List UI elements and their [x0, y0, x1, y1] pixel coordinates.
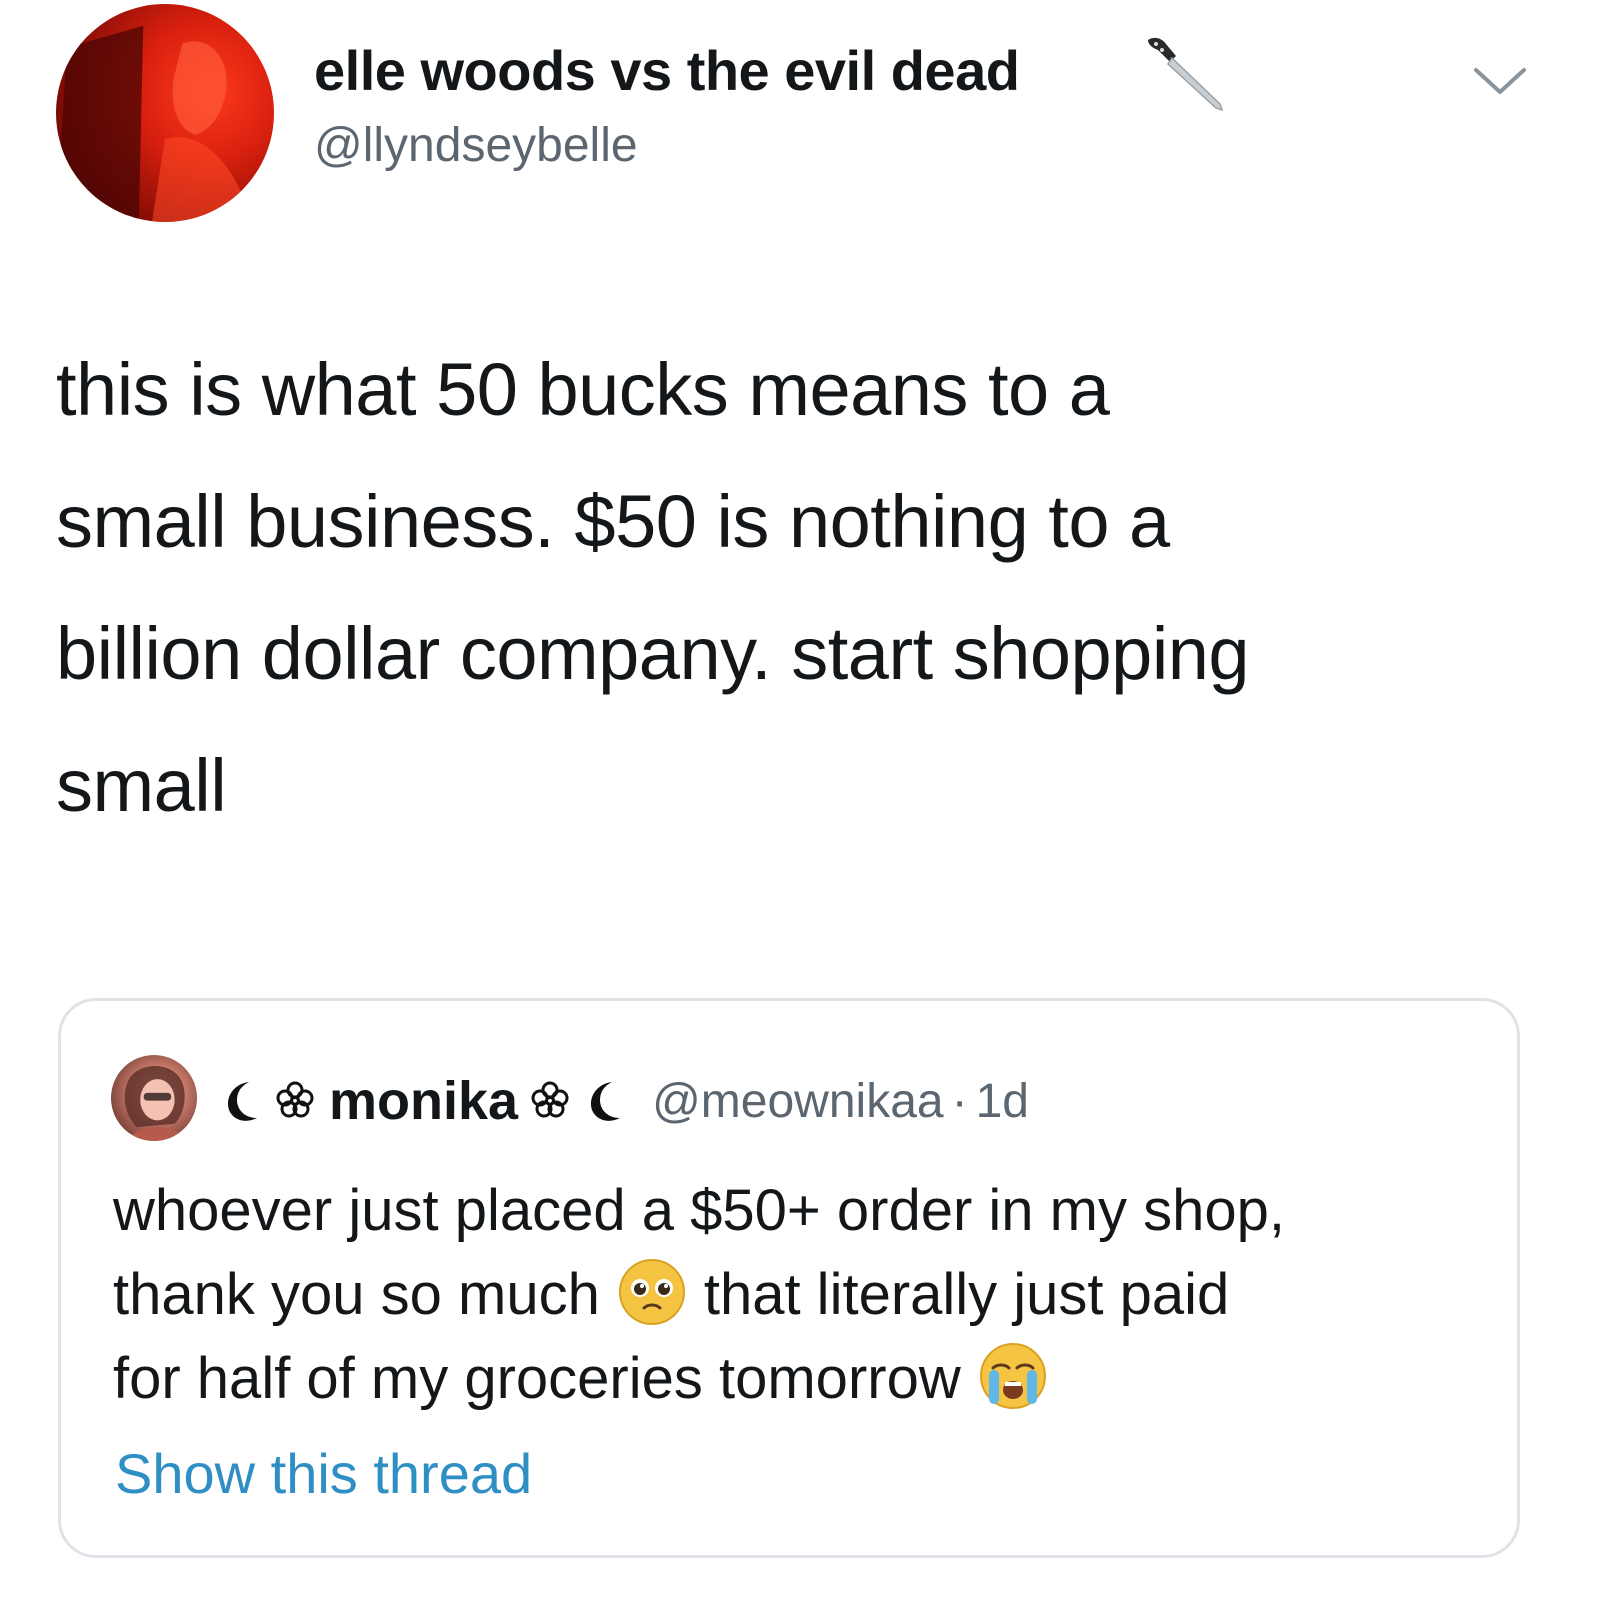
quoted-text-line: thank you so much that literally just pa…	[113, 1253, 1493, 1337]
tweet-text-line: small business. $50 is nothing to a	[56, 480, 1170, 563]
quoted-tweet-card[interactable]: monika @meownikaa · 1d whoever just plac…	[58, 998, 1520, 1558]
flower-icon	[276, 1081, 314, 1118]
show-thread-link[interactable]: Show this thread	[115, 1441, 532, 1506]
flower-icon	[531, 1081, 569, 1118]
separator-dot: ·	[951, 1074, 968, 1128]
quoted-author-display-name[interactable]: monika	[329, 1070, 518, 1132]
tweet-text: this is what 50 bucks means to a small b…	[56, 324, 1556, 852]
quoted-text-segment: thank you so much	[113, 1262, 600, 1327]
quoted-author-handle[interactable]: @meownikaa	[652, 1074, 944, 1129]
author-display-name[interactable]: elle woods vs the evil dead	[314, 38, 1020, 103]
tweet-text-line: this is what 50 bucks means to a	[56, 348, 1110, 431]
crescent-moon-icon	[227, 1082, 257, 1121]
tweet-text-line: small	[56, 744, 227, 827]
quoted-tweet-header: monika @meownikaa · 1d	[219, 1065, 1029, 1137]
quoted-text-segment: for half of my groceries tomorrow	[113, 1346, 961, 1411]
pleading-face-icon	[618, 1259, 685, 1325]
quoted-text-line: for half of my groceries tomorrow	[113, 1337, 1493, 1421]
quoted-author-avatar[interactable]	[111, 1055, 197, 1141]
crescent-moon-icon	[591, 1082, 621, 1121]
quoted-timestamp[interactable]: 1d	[976, 1074, 1029, 1129]
chevron-down-icon[interactable]	[1470, 64, 1530, 100]
quoted-text-segment: that literally just paid	[703, 1262, 1230, 1327]
tweet-text-line: billion dollar company. start shopping	[56, 612, 1250, 695]
loudly-crying-face-icon	[979, 1343, 1046, 1409]
knife-icon	[1148, 37, 1224, 112]
author-avatar[interactable]	[56, 4, 274, 222]
quoted-text-line: whoever just placed a $50+ order in my s…	[113, 1178, 1285, 1243]
author-handle[interactable]: @llyndseybelle	[314, 118, 638, 173]
quoted-tweet-text: whoever just placed a $50+ order in my s…	[113, 1169, 1493, 1421]
